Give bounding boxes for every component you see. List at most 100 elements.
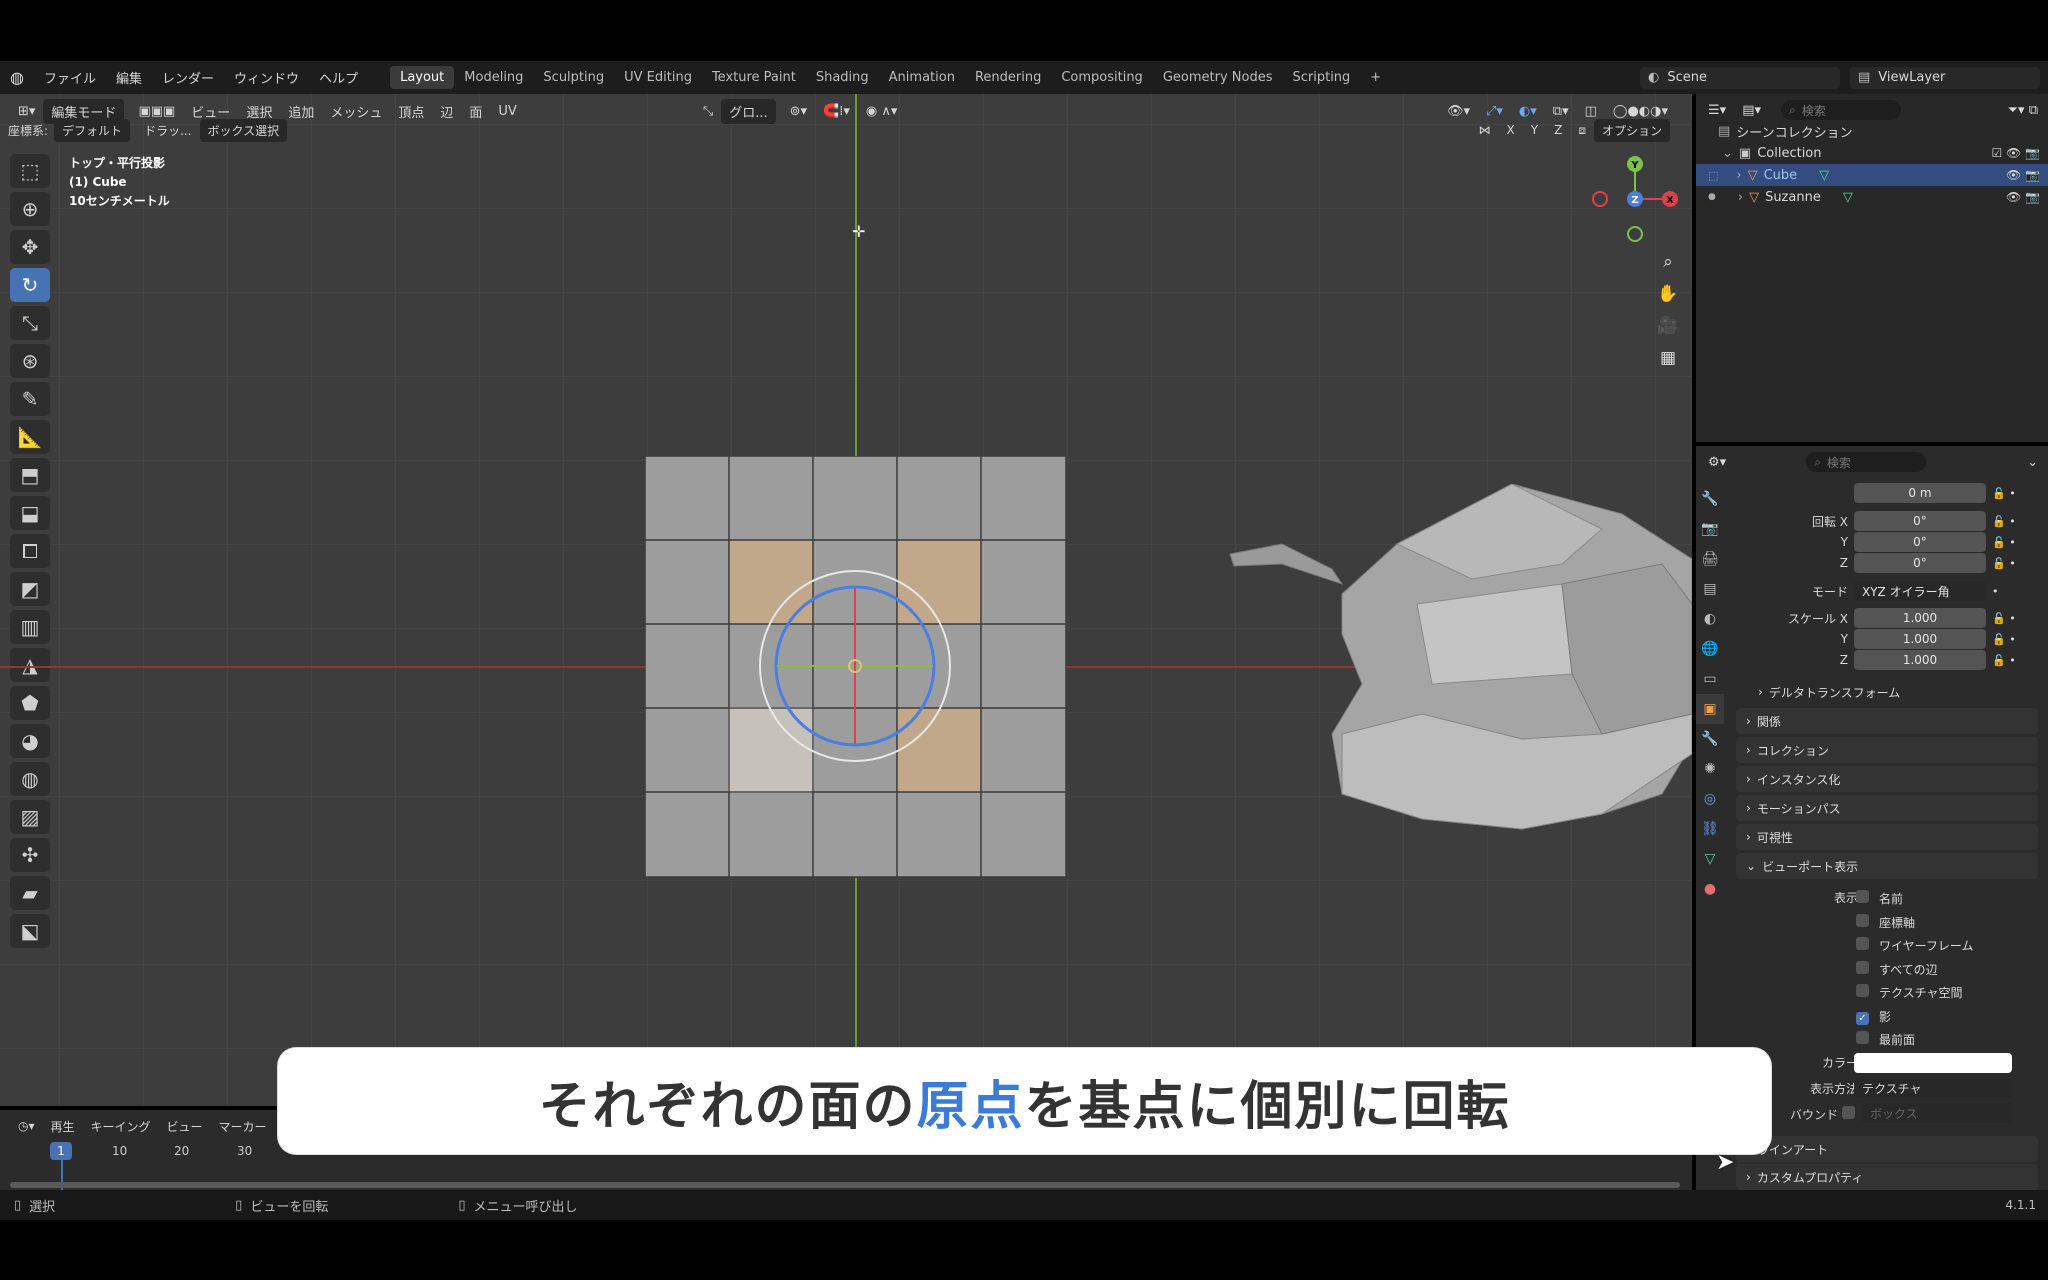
ortho-grid-icon[interactable]: ▦ (1655, 342, 1681, 374)
shrink-fatten-tool-icon[interactable]: ✣ (10, 838, 50, 872)
menu-face[interactable]: 面 (461, 102, 490, 121)
outliner-row-scene[interactable]: ▤ シーンコレクション (1696, 120, 2048, 142)
active-face[interactable] (728, 707, 814, 793)
proportional-edit-icon[interactable]: ◉ ∧▾ (858, 104, 906, 119)
zoom-icon[interactable]: ⌕ (1655, 246, 1681, 278)
tab-sculpting[interactable]: Sculpting (533, 66, 614, 89)
rotation-z-field[interactable]: 0° (1854, 553, 1986, 573)
tab-geometry-nodes[interactable]: Geometry Nodes (1153, 66, 1283, 89)
scale-x-field[interactable]: 1.000 (1854, 608, 1986, 628)
timeline-menu-keying[interactable]: キーイング (83, 1118, 159, 1135)
scene-selector[interactable]: ◐ Scene (1640, 66, 1840, 89)
snap-icon[interactable]: 🧲⁞▾ (815, 104, 858, 119)
3d-viewport[interactable]: ⊞▾ 編集モード ▣▣▣ ビュー 選択 追加 メッシュ 頂点 辺 面 UV ⤡ … (0, 94, 1692, 1106)
panel-collections[interactable]: › コレクション (1736, 737, 2038, 763)
bevel-tool-icon[interactable]: ◩ (10, 572, 50, 606)
outliner-row-suzanne[interactable]: ● › ▽ Suzanne ▽ 👁 📷 (1696, 186, 2048, 208)
smooth-tool-icon[interactable]: ◍ (10, 762, 50, 796)
show-axes-checkbox[interactable]: 座標軸 (1856, 912, 1974, 936)
mesh-edit-overlay-icon[interactable]: ⧉▾ (1545, 104, 1577, 119)
show-in-front-checkbox[interactable]: 最前面 (1856, 1029, 1974, 1053)
properties-editor-icon[interactable]: ⚙▾ (1708, 455, 1726, 470)
scale-y-field[interactable]: 1.000 (1854, 629, 1986, 649)
cursor-tool-icon[interactable]: ⊕ (10, 192, 50, 226)
panel-motion-paths[interactable]: › モーションパス (1736, 795, 2038, 821)
panel-lineart[interactable]: ›ラインアート (1736, 1136, 2038, 1162)
menu-file[interactable]: ファイル (34, 68, 106, 87)
rotation-x-field[interactable]: 0° (1854, 511, 1986, 531)
cube-mesh[interactable] (645, 456, 1067, 878)
show-shadow-checkbox[interactable]: ✓ 影 (1856, 1006, 1974, 1030)
location-z-field[interactable]: 0 m (1854, 483, 1986, 503)
panel-visibility[interactable]: › 可視性 (1736, 824, 2038, 850)
knife-tool-icon[interactable]: ◮ (10, 648, 50, 682)
measure-tool-icon[interactable]: 📐 (10, 420, 50, 454)
timeline-menu-playback[interactable]: 再生 (43, 1118, 83, 1135)
modifier-tab-icon[interactable]: 🔧 (1696, 724, 1724, 754)
outliner-editor-icon[interactable]: ☰▾ (1708, 103, 1726, 118)
loop-cut-tool-icon[interactable]: ▥ (10, 610, 50, 644)
tab-shading[interactable]: Shading (806, 66, 879, 89)
show-name-checkbox[interactable]: 名前 (1856, 888, 1974, 912)
edge-slide-tool-icon[interactable]: ▨ (10, 800, 50, 834)
menu-mesh[interactable]: メッシュ (322, 102, 390, 121)
add-workspace-icon[interactable]: + (1360, 66, 1391, 89)
rotation-y-field[interactable]: 0° (1854, 532, 1986, 552)
rotate-tool-icon[interactable]: ↻ (10, 268, 50, 302)
axis-x-toggle[interactable]: X (1499, 123, 1523, 137)
physics-tab-icon[interactable]: ◎ (1696, 784, 1724, 814)
tab-texture-paint[interactable]: Texture Paint (702, 66, 806, 89)
current-frame-indicator[interactable]: 1 (50, 1142, 72, 1160)
constraints-tab-icon[interactable]: ⛓ (1696, 814, 1724, 844)
chevron-right-icon[interactable]: › (1736, 168, 1741, 183)
shading-modes-icon[interactable]: ◯●◐◑▾ (1605, 104, 1676, 119)
chevron-down-icon[interactable]: ⌄ (2027, 455, 2038, 470)
add-cube-tool-icon[interactable]: ⬒ (10, 458, 50, 492)
annotate-tool-icon[interactable]: ✎ (10, 382, 50, 416)
axis-y-toggle[interactable]: Y (1523, 123, 1546, 137)
properties-search-input[interactable]: ⌕ 検索 (1806, 452, 1927, 472)
lock-icon[interactable]: 🔓 • (1992, 487, 2016, 500)
extrude-tool-icon[interactable]: ⬓ (10, 496, 50, 530)
material-tab-icon[interactable]: ● (1696, 874, 1724, 904)
camera-view-icon[interactable]: 🎥 (1655, 310, 1681, 342)
inset-tool-icon[interactable]: ⧠ (10, 534, 50, 568)
menu-edit[interactable]: 編集 (106, 68, 152, 87)
bounds-dropdown[interactable]: ボックス (1862, 1103, 2012, 1123)
cube-toggles[interactable]: 👁 📷 (2006, 168, 2040, 182)
lock-icon[interactable]: 🔓 • (1992, 654, 2016, 667)
tab-compositing[interactable]: Compositing (1051, 66, 1153, 89)
lock-icon[interactable]: 🔓 • (1992, 536, 2016, 549)
dot-icon[interactable]: ● (1708, 192, 1716, 202)
lock-icon[interactable]: 🔓 • (1992, 633, 2016, 646)
color-swatch[interactable] (1854, 1053, 2012, 1073)
panel-custom-properties[interactable]: › カスタムプロパティ (1736, 1164, 2038, 1190)
rip-tool-icon[interactable]: ⬕ (10, 914, 50, 948)
tab-rendering[interactable]: Rendering (965, 66, 1051, 89)
tab-scripting[interactable]: Scripting (1282, 66, 1360, 89)
suzanne-mesh[interactable] (1222, 484, 1692, 844)
tab-animation[interactable]: Animation (879, 66, 965, 89)
rotate-gizmo[interactable] (759, 570, 951, 762)
menu-uv[interactable]: UV (490, 104, 524, 119)
transform-orientation-dropdown[interactable]: グロ... (721, 98, 776, 124)
drag-dropdown[interactable]: ドラッ... (136, 122, 199, 139)
scale-z-field[interactable]: 1.000 (1854, 650, 1986, 670)
tab-modeling[interactable]: Modeling (454, 66, 533, 89)
axis-z-toggle[interactable]: Z (1546, 123, 1570, 137)
move-tool-icon[interactable]: ✥ (10, 230, 50, 264)
delta-transform-subpanel[interactable]: › デルタトランスフォーム (1696, 681, 2048, 703)
display-mode-icon[interactable]: ▤▾ (1742, 103, 1761, 118)
options-dropdown[interactable]: オプション (1593, 118, 1670, 142)
xray-icon[interactable]: ◫ (1577, 104, 1605, 119)
outliner-row-cube[interactable]: ⬚ › ▽ Cube ▽ 👁 📷 (1696, 164, 2048, 186)
display-as-dropdown[interactable]: テクスチャ (1854, 1078, 2012, 1098)
menu-help[interactable]: ヘルプ (309, 68, 368, 87)
chevron-right-icon[interactable]: › (1738, 190, 1743, 205)
selected-face[interactable] (729, 540, 813, 624)
mirror-icon[interactable]: ⋈ (1471, 123, 1499, 137)
gizmo-toggle-icon[interactable]: ⤢▾ (1478, 104, 1511, 119)
panel-relations[interactable]: › 関係 (1736, 708, 2038, 734)
lock-icon[interactable]: 🔓 • (1992, 557, 2016, 570)
select-mode-icons[interactable]: ▣▣▣ (130, 104, 183, 119)
